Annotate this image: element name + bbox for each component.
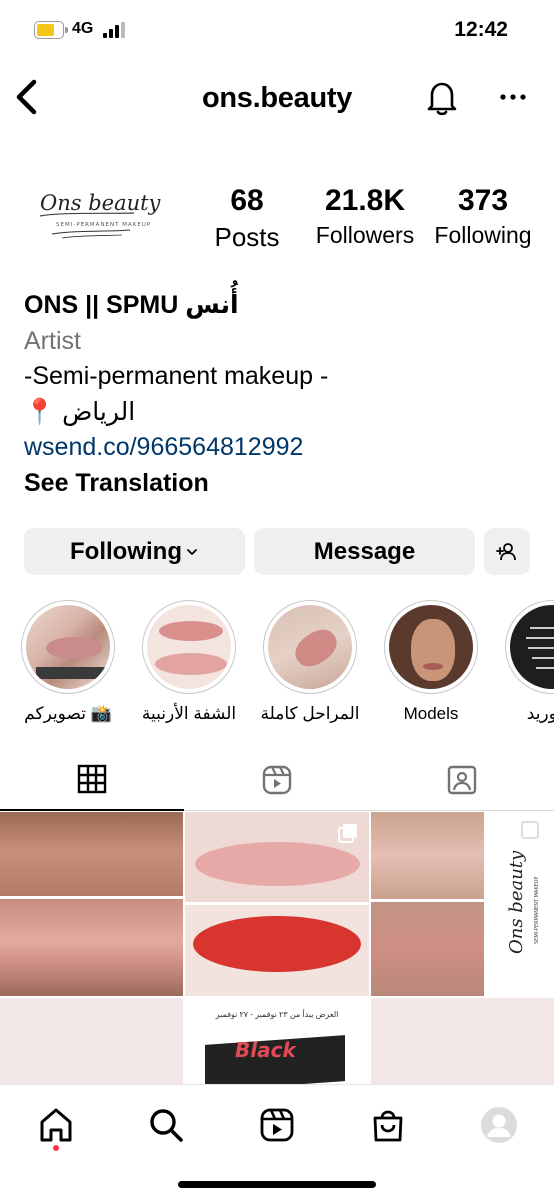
multiple-posts-icon [338, 824, 357, 843]
highlight-item[interactable]: التوريد/ [494, 600, 554, 724]
followers-label: Followers [315, 222, 415, 248]
tagged-user-icon [447, 765, 477, 794]
avatar [481, 1107, 517, 1143]
logo-subtext: SEMI-PERMANENT MAKEUP [56, 222, 151, 228]
bell-icon [427, 82, 457, 116]
home-icon [40, 1108, 72, 1142]
network-type: 4G [72, 20, 94, 37]
tab-reels[interactable] [185, 748, 369, 811]
add-user-icon [496, 542, 516, 560]
reels-icon [260, 1108, 294, 1142]
post-thumbnail[interactable]: Ons beauty SEMI-PERMANENT MAKEUP [486, 812, 554, 996]
shopping-bag-icon [373, 1110, 403, 1142]
battery-icon [34, 21, 68, 39]
profile-tabs [0, 748, 554, 811]
nav-home[interactable] [34, 1103, 78, 1147]
search-icon [150, 1109, 183, 1142]
profile-username: ons.beauty [201, 82, 353, 114]
clock: 12:42 [454, 18, 508, 41]
status-bar: 4G 12:42 [0, 0, 554, 62]
more-horizontal-icon [500, 94, 526, 100]
notification-dot [53, 1145, 59, 1151]
post-thumbnail[interactable] [185, 812, 369, 996]
posts-value: 68 [230, 184, 264, 217]
grid-icon [77, 764, 107, 793]
bio-line: -Semi-permanent makeup - [24, 362, 329, 390]
profile-category: Artist [24, 326, 81, 355]
highlight-item[interactable]: الشفة الأرنبية [131, 600, 247, 724]
following-count[interactable]: 373 Following [428, 184, 538, 249]
highlight-label: المراحل كاملة [260, 704, 360, 723]
post-thumbnail[interactable] [0, 812, 183, 996]
chevron-down-icon [187, 548, 197, 555]
reels-icon [262, 765, 292, 794]
highlight-label: التوريد/ [526, 704, 554, 723]
post-thumbnail[interactable] [0, 998, 183, 1084]
story-highlights: تصويركم 📸 الشفة الأرنبية المراحل كاملة M… [0, 600, 554, 732]
profile-link[interactable]: wsend.co/966564812992 [24, 430, 534, 466]
svg-text:Ons beauty: Ons beauty [506, 850, 527, 954]
see-translation-link[interactable]: See Translation [24, 466, 534, 502]
signal-icon [103, 22, 125, 38]
profile-header: ons.beauty [0, 62, 554, 136]
highlight-label: تصويركم 📸 [24, 704, 112, 723]
post-banner-text: العرض يبدأ من ٢٣ نوفمبر - ٢٧ نوفمبر [215, 1010, 339, 1019]
logo-text: Ons beauty [40, 191, 162, 215]
tab-posts-grid[interactable] [0, 748, 184, 811]
message-button[interactable]: Message [254, 528, 475, 575]
black-friday-text: Black [235, 1038, 296, 1062]
nav-reels[interactable] [255, 1103, 299, 1147]
posts-grid: Ons beauty SEMI-PERMANENT MAKEUP العرض ي… [0, 812, 554, 1084]
notifications-button[interactable] [424, 78, 460, 118]
posts-label: Posts [214, 222, 280, 252]
post-thumbnail[interactable] [371, 812, 484, 996]
following-label: Following [434, 222, 532, 248]
profile-bio: ONS || SPMU أُنس Artist -Semi-permanent … [24, 288, 534, 501]
following-value: 373 [457, 184, 509, 217]
post-thumbnail[interactable]: العرض يبدأ من ٢٣ نوفمبر - ٢٧ نوفمبر Blac… [185, 998, 369, 1084]
posts-count[interactable]: 68 Posts [206, 184, 288, 253]
highlight-label: Models [403, 704, 459, 723]
post-thumbnail[interactable] [371, 998, 554, 1084]
followers-count[interactable]: 21.8K Followers [308, 184, 422, 249]
highlight-label: الشفة الأرنبية [141, 704, 237, 723]
highlight-item[interactable]: Models [373, 600, 489, 724]
bio-line-location: 📍 الرياض [24, 397, 136, 426]
following-button[interactable]: Following [24, 528, 245, 575]
svg-text:SEMI-PERMANENT MAKEUP: SEMI-PERMANENT MAKEUP [534, 877, 540, 944]
nav-shop[interactable] [366, 1103, 410, 1147]
message-button-label: Message [313, 537, 416, 565]
profile-avatar[interactable]: Ons beauty SEMI-PERMANENT MAKEUP [22, 168, 162, 258]
tab-tagged[interactable] [370, 748, 554, 811]
bottom-navigation [0, 1084, 554, 1200]
nav-search[interactable] [144, 1103, 188, 1147]
highlight-item[interactable]: تصويركم 📸 [10, 600, 126, 724]
suggested-users-button[interactable] [484, 528, 530, 575]
profile-name: ONS || SPMU أُنس [24, 291, 239, 319]
followers-value: 21.8K [324, 184, 406, 217]
more-options-button[interactable] [496, 82, 530, 112]
nav-profile[interactable] [477, 1103, 521, 1147]
highlight-item[interactable]: المراحل كاملة [252, 600, 368, 724]
home-indicator [178, 1181, 376, 1188]
following-button-label: Following [70, 537, 182, 565]
